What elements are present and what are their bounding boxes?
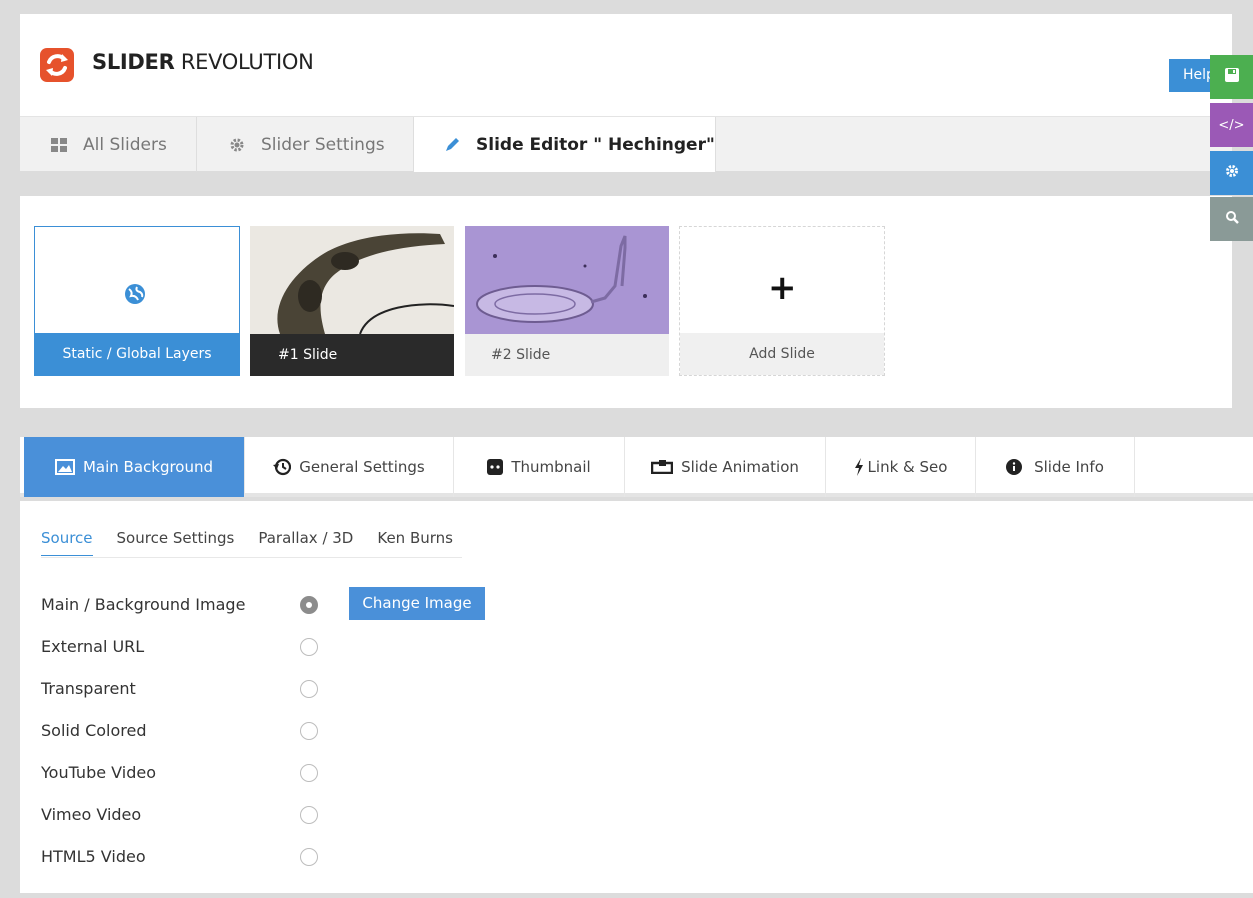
code-button[interactable]: </> — [1210, 103, 1253, 147]
tab-label: All Sliders — [83, 134, 167, 155]
tab-label: General Settings — [299, 458, 425, 476]
info-icon — [1006, 459, 1023, 475]
gear-icon — [1225, 164, 1239, 182]
slide-label: #2 Slide — [465, 334, 669, 376]
subtab-source[interactable]: Source — [41, 529, 93, 556]
slide-2[interactable]: #2 Slide — [465, 226, 669, 376]
option-label-html5-video: HTML5 Video — [41, 847, 146, 866]
tab-thumbnail[interactable]: Thumbnail — [454, 437, 625, 497]
thumbnail-icon — [487, 459, 504, 475]
image-icon — [54, 459, 75, 475]
option-label-transparent: Transparent — [41, 679, 136, 698]
gear-icon — [229, 137, 245, 153]
radio-transparent[interactable] — [300, 680, 318, 698]
tab-general-settings[interactable]: General Settings — [245, 437, 454, 497]
tab-label: Thumbnail — [511, 458, 591, 476]
tab-link-seo[interactable]: Link & Seo — [826, 437, 976, 497]
search-icon — [1225, 210, 1239, 228]
tab-slider-settings[interactable]: Slider Settings — [197, 117, 414, 172]
subtab-divider — [41, 557, 462, 558]
slide-2-thumbnail — [465, 226, 669, 334]
globe-icon — [124, 283, 146, 309]
subtab-ken-burns[interactable]: Ken Burns — [377, 529, 453, 556]
search-button[interactable] — [1210, 197, 1253, 241]
change-image-button[interactable]: Change Image — [349, 587, 485, 620]
code-icon: </> — [1218, 117, 1245, 133]
radio-main-background-image[interactable] — [300, 596, 318, 614]
loop-icon — [651, 460, 674, 474]
slide-static-global-layers[interactable]: Static / Global Layers — [34, 226, 240, 376]
radio-youtube-video[interactable] — [300, 764, 318, 782]
slide-1-thumbnail — [250, 226, 454, 334]
tab-slide-info[interactable]: Slide Info — [976, 437, 1135, 497]
history-icon — [273, 458, 292, 476]
plus-icon: + — [768, 268, 797, 308]
tab-slide-animation[interactable]: Slide Animation — [625, 437, 826, 497]
settings-button[interactable] — [1210, 151, 1253, 195]
option-label-solid-colored: Solid Colored — [41, 721, 147, 740]
brand-title: SLIDER REVOLUTION — [92, 50, 314, 74]
tab-slide-editor[interactable]: Slide Editor " Hechinger" — [414, 117, 716, 172]
radio-vimeo-video[interactable] — [300, 806, 318, 824]
subtab-parallax-3d[interactable]: Parallax / 3D — [258, 529, 353, 556]
slide-label: Add Slide — [680, 333, 884, 375]
top-tabs: All Sliders Slider Settings Slide Editor… — [20, 116, 1232, 172]
tab-all-sliders[interactable]: All Sliders — [20, 117, 197, 172]
tab-label: Slide Editor " Hechinger" — [476, 134, 715, 155]
pencil-icon — [444, 137, 460, 153]
tab-label: Main Background — [82, 458, 214, 476]
tab-label: Slide Animation — [681, 458, 799, 476]
slide-1[interactable]: #1 Slide — [250, 226, 454, 376]
slider-revolution-logo-icon — [40, 48, 74, 82]
subtab-source-settings[interactable]: Source Settings — [117, 529, 235, 556]
source-subtabs: Source Source Settings Parallax / 3D Ken… — [41, 529, 477, 556]
main-background-panel: Source Source Settings Parallax / 3D Ken… — [20, 501, 1253, 893]
add-slide-button[interactable]: + Add Slide — [679, 226, 885, 376]
save-icon — [1224, 67, 1240, 87]
bolt-icon — [854, 458, 864, 476]
radio-html5-video[interactable] — [300, 848, 318, 866]
tab-main-background[interactable]: Main Background — [24, 437, 245, 497]
tab-label: Link & Seo — [867, 458, 948, 476]
radio-external-url[interactable] — [300, 638, 318, 656]
slide-label: #1 Slide — [250, 334, 454, 376]
option-label-youtube-video: YouTube Video — [41, 763, 156, 782]
slides-panel: Static / Global Layers #1 Slide #2 Slide… — [20, 196, 1232, 408]
slide-settings-tabs: Main Background General Settings Thumbna… — [20, 437, 1253, 497]
radio-solid-colored[interactable] — [300, 722, 318, 740]
save-button[interactable] — [1210, 55, 1253, 99]
tab-label: Slider Settings — [261, 134, 385, 155]
header: SLIDER REVOLUTION Help — [20, 14, 1232, 116]
tab-label: Slide Info — [1034, 458, 1104, 476]
option-label-vimeo-video: Vimeo Video — [41, 805, 142, 824]
option-label-main-background-image: Main / Background Image — [41, 595, 246, 614]
grid-icon — [51, 137, 67, 152]
slide-label: Static / Global Layers — [35, 333, 239, 375]
option-label-external-url: External URL — [41, 637, 145, 656]
